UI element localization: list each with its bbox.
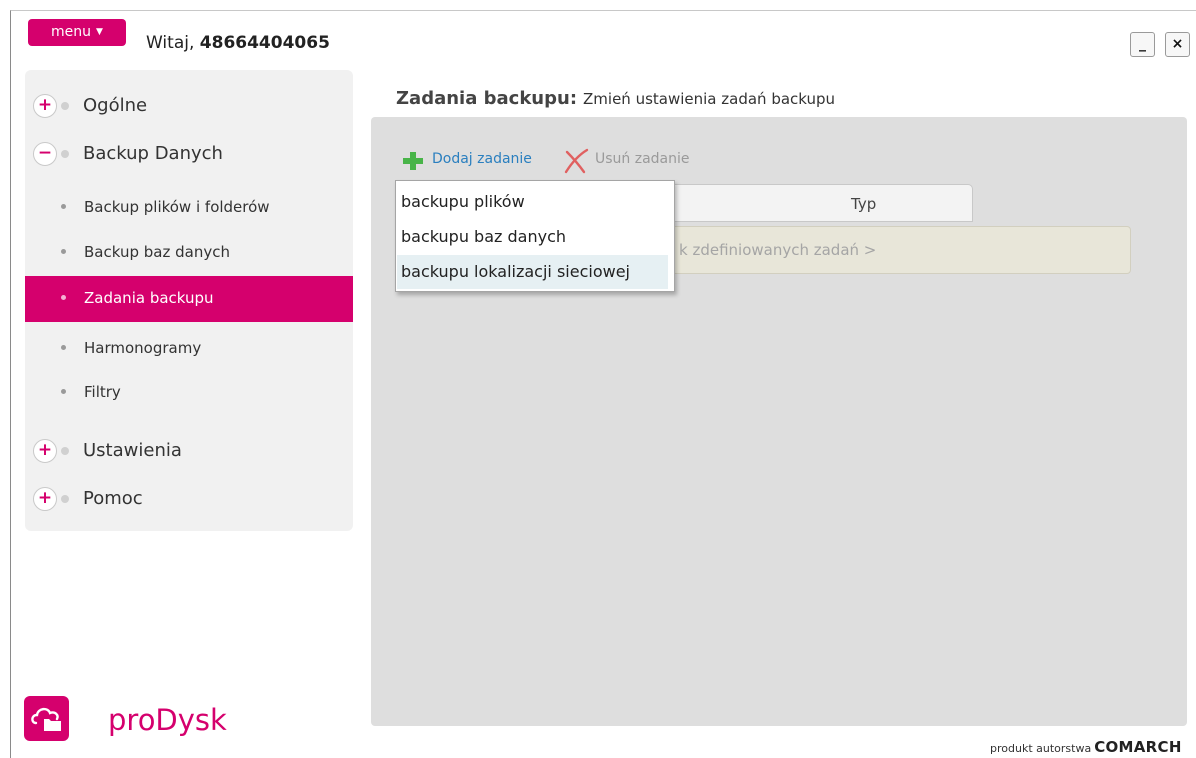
connector-dot-icon bbox=[61, 447, 69, 455]
caret-down-icon: ▼ bbox=[96, 27, 103, 37]
column-header-typ[interactable]: Typ bbox=[851, 195, 876, 213]
sidebar-item-backup-danych[interactable]: − Backup Danych bbox=[25, 135, 353, 173]
footer-prefix: produkt autorstwa bbox=[990, 742, 1092, 755]
sidebar-item-label: Harmonogramy bbox=[84, 339, 202, 357]
add-task-dropdown: backupu plików backupu baz danych backup… bbox=[395, 180, 675, 292]
connector-dot-icon bbox=[61, 495, 69, 503]
sidebar-item-label: Filtry bbox=[84, 383, 121, 401]
cloud-folder-icon bbox=[31, 707, 61, 731]
bullet-icon bbox=[61, 249, 66, 254]
sidebar-item-harmonogramy[interactable]: Harmonogramy bbox=[25, 326, 353, 372]
sidebar-item-label: Zadania backupu bbox=[84, 289, 214, 307]
sidebar-item-label: Ustawienia bbox=[83, 440, 182, 461]
sidebar-item-zadania-backupu[interactable]: Zadania backupu bbox=[25, 276, 353, 322]
connector-dot-icon bbox=[61, 102, 69, 110]
sidebar-item-backup-plikow[interactable]: Backup plików i folderów bbox=[25, 185, 353, 231]
user-greeting: Witaj, 48664404065 bbox=[146, 33, 330, 53]
add-task-label: Dodaj zadanie bbox=[432, 151, 532, 167]
sidebar-item-label: Pomoc bbox=[83, 488, 143, 509]
expand-icon[interactable]: + bbox=[33, 94, 57, 118]
bullet-icon bbox=[61, 345, 66, 350]
bullet-icon bbox=[61, 295, 66, 300]
page-title-main: Zadania backupu: bbox=[396, 88, 578, 109]
sidebar-item-ogolne[interactable]: + Ogólne bbox=[25, 87, 353, 125]
collapse-icon[interactable]: − bbox=[33, 142, 57, 166]
comarch-logo: COMARCH bbox=[1094, 738, 1182, 756]
minimize-button[interactable]: _ bbox=[1130, 32, 1155, 57]
expand-icon[interactable]: + bbox=[33, 439, 57, 463]
page-subtitle: Zmień ustawienia zadań backupu bbox=[583, 90, 836, 108]
sidebar-item-filtry[interactable]: Filtry bbox=[25, 370, 353, 416]
sidebar-item-pomoc[interactable]: + Pomoc bbox=[25, 480, 353, 518]
sidebar-item-label: Backup Danych bbox=[83, 143, 223, 164]
grid-header: Typ bbox=[666, 184, 973, 222]
username: 48664404065 bbox=[199, 33, 330, 53]
minimize-icon: _ bbox=[1139, 36, 1146, 52]
footer-credit: produkt autorstwa COMARCH bbox=[990, 738, 1182, 756]
delete-task-label: Usuń zadanie bbox=[595, 151, 690, 167]
sidebar-item-label: Backup plików i folderów bbox=[84, 198, 270, 216]
sidebar-item-backup-baz[interactable]: Backup baz danych bbox=[25, 230, 353, 276]
grid-empty-row: k zdefiniowanych zadań > bbox=[666, 226, 1131, 274]
expand-icon[interactable]: + bbox=[33, 487, 57, 511]
close-button[interactable]: × bbox=[1165, 32, 1190, 57]
bullet-icon bbox=[61, 389, 66, 394]
empty-message: k zdefiniowanych zadań > bbox=[679, 241, 877, 259]
connector-dot-icon bbox=[61, 150, 69, 158]
greeting-prefix: Witaj, bbox=[146, 33, 200, 53]
prodysk-logo-icon bbox=[24, 696, 69, 741]
bullet-icon bbox=[61, 204, 66, 209]
menu-label: menu bbox=[51, 24, 92, 40]
sidebar: + Ogólne − Backup Danych Backup plików i… bbox=[25, 70, 353, 531]
page-title: Zadania backupu: Zmień ustawienia zadań b… bbox=[396, 88, 835, 109]
sidebar-item-ustawienia[interactable]: + Ustawienia bbox=[25, 432, 353, 470]
product-name: proDysk bbox=[108, 703, 227, 737]
dropdown-item-databases[interactable]: backupu baz danych bbox=[397, 220, 668, 254]
delete-x-icon bbox=[564, 148, 589, 174]
sidebar-item-label: Backup baz danych bbox=[84, 243, 230, 261]
close-icon: × bbox=[1171, 36, 1184, 52]
dropdown-item-network-location[interactable]: backupu lokalizacji sieciowej bbox=[397, 255, 668, 289]
sidebar-item-label: Ogólne bbox=[83, 95, 148, 116]
dropdown-item-files[interactable]: backupu plików bbox=[397, 185, 668, 219]
menu-button[interactable]: menu ▼ bbox=[28, 19, 126, 46]
plus-icon bbox=[403, 152, 423, 170]
